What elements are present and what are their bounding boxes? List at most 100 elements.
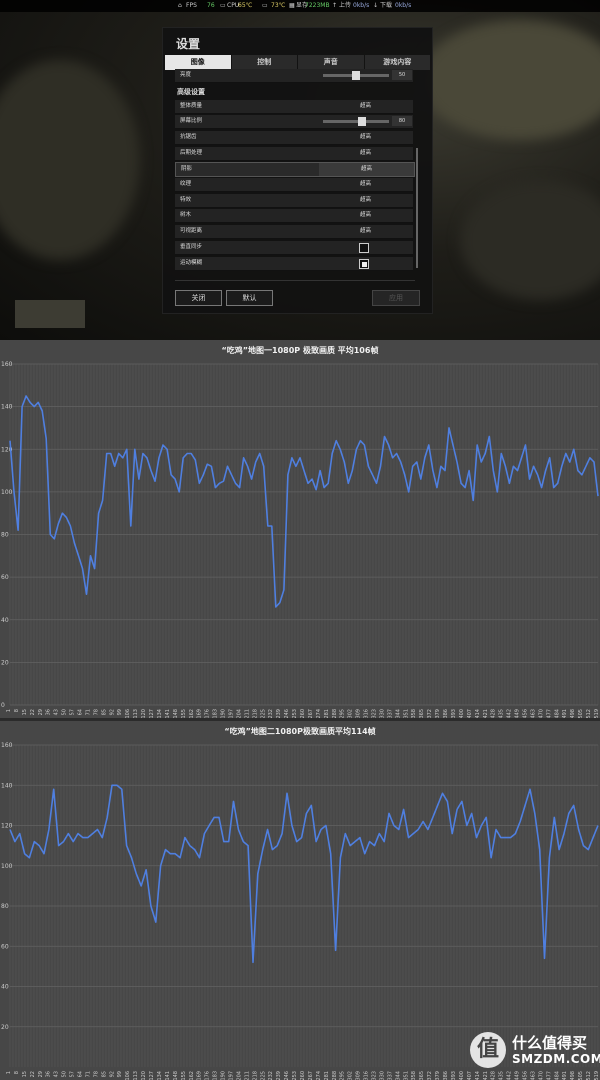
slider-knob[interactable] [357,117,366,126]
brightness-slider[interactable] [323,71,389,80]
fps-chart-map1-plot: 0204060801001201401601 8 15 22 29 36 43 50 57 64 7… [1,361,600,718]
x-tick-label: 358 [411,1071,417,1080]
setting-row-overall-quality[interactable]: 整体质量 超高 [175,100,413,114]
setting-row-textures[interactable]: 纹理 超高 [175,178,413,192]
x-tick-label: 288 [332,1071,338,1080]
fps-chart-map2: “吃鸡”地图二1080P极致画质平均114帧 20 40 60 80 100 120 140… [0,721,600,1080]
x-tick-label: 442 [507,709,513,718]
setting-row-vsync: 垂直同步 [175,241,413,255]
x-tick-label: 253 [292,709,298,718]
setting-row-effects[interactable]: 特效 超高 [175,194,413,208]
x-tick-label: 64 [78,709,84,715]
setting-label: 垂直同步 [180,244,203,250]
setting-label: 亮度 [180,72,192,78]
setting-row-view-distance[interactable]: 可视距离 超高 [175,225,413,239]
background-blur [460,180,600,300]
setting-value: 超高 [361,166,373,172]
slider-knob[interactable] [352,71,360,80]
upload-icon: ↑ [332,2,338,9]
x-tick-label: 218 [252,1071,258,1080]
motion-blur-checkbox[interactable] [359,259,369,269]
x-tick-label: 421 [483,709,489,718]
x-tick-label: 127 [149,1071,155,1080]
x-tick-label: 302 [348,1071,354,1080]
x-tick-label: 239 [276,709,282,718]
x-tick-label: 344 [395,1071,401,1080]
x-tick-label: 57 [70,709,76,715]
x-tick-label: 8 [14,1071,20,1074]
default-button[interactable]: 默认 [226,290,273,306]
x-tick-label: 134 [157,1071,163,1080]
y-tick-label: 160 [1,742,13,749]
performance-overlay: ⌂ FPS 76 ▭ CPU 65℃ ▭ 73℃ ▦ 显存 7223MB ↑ 上… [0,0,600,12]
setting-row-shadows[interactable]: 阴影 超高 [175,162,415,177]
x-tick-label: 344 [395,709,401,718]
watermark-line1: 什么值得买 [512,1034,588,1052]
setting-row-foliage[interactable]: 树木 超高 [175,209,413,223]
x-tick-label: 407 [467,1071,473,1080]
vsync-checkbox[interactable] [359,243,369,253]
background-blur [420,20,600,140]
x-tick-label: 337 [387,1071,393,1080]
download-label: 下载 [380,2,393,9]
x-tick-label: 127 [149,709,155,718]
x-tick-label: 71 [85,709,91,715]
setting-label: 可视距离 [180,228,203,234]
x-tick-label: 106 [125,709,131,718]
x-tick-label: 491 [562,709,568,718]
settings-title: 设置 [176,37,201,51]
x-tick-label: 260 [300,709,306,718]
x-tick-label: 232 [268,709,274,718]
setting-row-post-processing[interactable]: 后期处理 超高 [175,147,413,161]
y-tick-label: 40 [1,984,9,991]
y-tick-label: 60 [1,943,9,950]
screen-scale-value[interactable]: 80 [392,116,412,126]
x-tick-label: 288 [332,709,338,718]
cpu-icon: ▭ [220,2,226,9]
tab-controls[interactable]: 控制 [231,55,297,70]
tab-sound[interactable]: 声音 [298,55,364,70]
x-tick-label: 435 [499,709,505,718]
x-tick-label: 463 [530,709,536,718]
setting-label: 抗锯齿 [180,134,197,140]
x-tick-label: 302 [348,709,354,718]
x-tick-label: 351 [403,1071,409,1080]
x-tick-label: 505 [578,1071,584,1080]
x-tick-label: 29 [38,709,44,715]
x-tick-label: 260 [300,1071,306,1080]
x-tick-label: 190 [221,1071,227,1080]
setting-label: 树木 [180,212,192,218]
x-tick-label: 295 [340,709,346,718]
y-tick-label: 20 [1,1024,9,1031]
apply-button[interactable]: 应用 [372,290,420,306]
tab-gameplay[interactable]: 游戏内容 [364,55,430,70]
x-tick-label: 449 [515,709,521,718]
x-tick-label: 218 [252,709,258,718]
settings-scrollbar[interactable] [416,148,418,268]
tab-graphics[interactable]: 图像 [165,55,231,70]
x-tick-label: 274 [316,1071,322,1080]
watermark-logo-icon: 值 [470,1032,506,1068]
x-tick-label: 358 [411,709,417,718]
x-tick-label: 498 [570,1071,576,1080]
gpu-temp-icon: ▭ [262,2,268,9]
setting-label: 纹理 [180,181,192,187]
x-tick-label: 393 [451,1071,457,1080]
x-tick-label: 78 [93,1071,99,1077]
x-tick-label: 491 [562,1071,568,1080]
background-blur [0,60,140,260]
setting-label: 整体质量 [180,103,203,109]
x-tick-label: 169 [197,709,203,718]
vram-value: 7223MB [305,2,330,9]
x-tick-label: 78 [93,709,99,715]
brightness-value[interactable]: 50 [392,70,412,80]
x-tick-label: 267 [308,709,314,718]
x-tick-label: 71 [85,1071,91,1077]
x-tick-label: 463 [530,1071,536,1080]
screen-scale-slider[interactable] [323,117,389,126]
setting-row-anti-aliasing[interactable]: 抗锯齿 超高 [175,131,413,145]
setting-label: 运动模糊 [180,260,203,266]
close-button[interactable]: 关闭 [175,290,222,306]
x-tick-label: 484 [554,1071,560,1080]
x-tick-label: 400 [459,709,465,718]
